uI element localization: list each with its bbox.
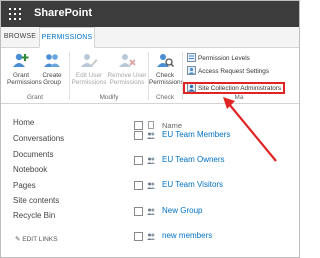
annotation-arrow — [223, 97, 277, 162]
sharepoint-window: SharePoint BROWSE PERMISSIONS Grant Perm… — [0, 0, 300, 258]
